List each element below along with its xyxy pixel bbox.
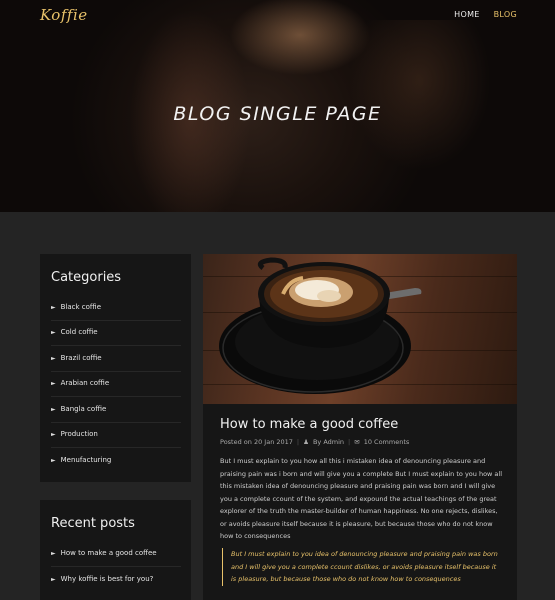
recent-post-label: Why koffie is best for you? [60, 574, 154, 583]
caret-right-icon: ► [51, 405, 56, 413]
caret-right-icon: ► [51, 549, 56, 557]
meta-divider: | [348, 438, 351, 446]
category-label: Bangla coffie [60, 404, 107, 413]
main-nav: HOME BLOG [454, 10, 517, 19]
caret-right-icon: ► [51, 380, 56, 387]
post-date: Posted on 20 Jan 2017 [220, 438, 293, 446]
post-blockquote: But I must explain to you idea of denoun… [222, 548, 502, 586]
caret-right-icon: ► [51, 354, 56, 362]
category-label: Menufacturing [60, 456, 112, 464]
category-label: Cold coffie [60, 328, 98, 336]
recent-posts-widget: Recent posts ► How to make a good coffee … [40, 500, 191, 600]
recent-post-item[interactable]: ► How to make a good coffee [51, 541, 181, 567]
site-logo[interactable]: Koffie [40, 6, 88, 24]
post-body: But I must explain to you how all this i… [220, 457, 503, 540]
recent-posts-list: ► How to make a good coffee ► Why koffie i… [40, 541, 191, 592]
blog-post: How to make a good coffee Posted on 20 J… [203, 254, 517, 600]
nav-home[interactable]: HOME [454, 10, 479, 19]
category-item[interactable]: ► Cold coffie [51, 321, 181, 346]
hero-banner: Koffie HOME BLOG BLOG SINGLE PAGE [0, 0, 555, 212]
post-comments[interactable]: 10 Comments [364, 438, 410, 446]
category-item[interactable]: ► Black coffie [51, 295, 181, 321]
category-label: Black coffie [60, 302, 101, 311]
categories-title: Categories [51, 270, 122, 285]
category-label: Brazil coffie [60, 353, 102, 362]
caret-right-icon: ► [51, 431, 56, 438]
post-author[interactable]: By Admin [313, 438, 344, 446]
post-meta: Posted on 20 Jan 2017 | ♟ By Admin | ✉ 1… [220, 438, 409, 446]
categories-list: ► Black coffie ► Cold coffie ► Brazil coffi… [40, 295, 191, 474]
caret-right-icon: ► [51, 329, 56, 336]
comment-icon: ✉ [354, 438, 360, 446]
category-label: Arabian coffie [60, 379, 110, 387]
page-title: BLOG SINGLE PAGE [173, 103, 382, 125]
caret-right-icon: ► [51, 303, 56, 311]
meta-divider: | [296, 438, 300, 446]
recent-post-label: How to make a good coffee [60, 548, 157, 557]
post-title[interactable]: How to make a good coffee [220, 417, 398, 432]
recent-post-item[interactable]: ► Why koffie is best for you? [51, 567, 181, 593]
coffee-cup-image [203, 254, 517, 404]
category-item[interactable]: ► Production [51, 423, 181, 448]
recent-posts-title: Recent posts [51, 516, 135, 531]
category-item[interactable]: ► Arabian coffie [51, 372, 181, 397]
category-item[interactable]: ► Menufacturing [51, 448, 181, 474]
categories-widget: Categories ► Black coffie ► Cold coffie ► B… [40, 254, 191, 482]
category-item[interactable]: ► Brazil coffie [51, 346, 181, 372]
caret-right-icon: ► [51, 457, 56, 464]
nav-blog[interactable]: BLOG [494, 10, 517, 19]
caret-right-icon: ► [51, 575, 56, 583]
category-label: Production [60, 430, 98, 438]
user-icon: ♟ [303, 438, 309, 446]
category-item[interactable]: ► Bangla coffie [51, 397, 181, 423]
